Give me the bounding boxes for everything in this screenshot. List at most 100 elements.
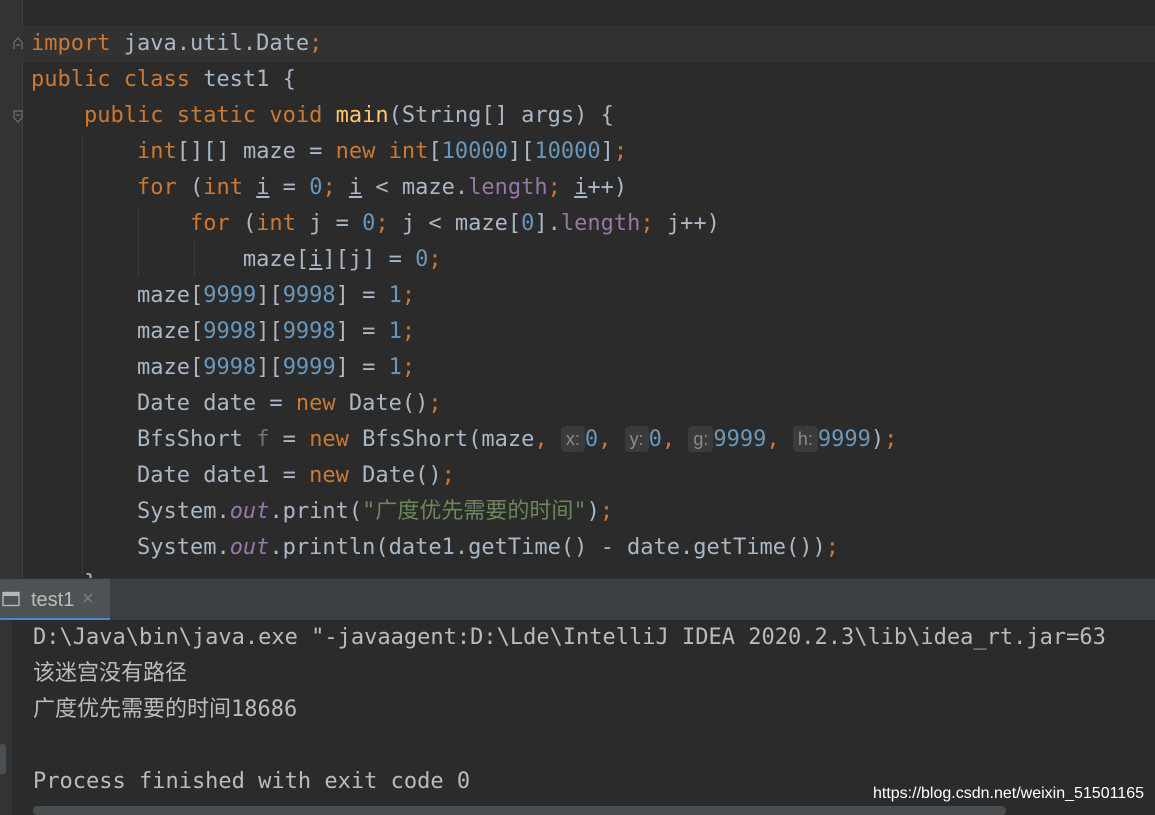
code-token: ( (242, 211, 257, 236)
code-token: ; (884, 427, 898, 452)
code-token: ; (640, 211, 667, 236)
code-token: maze[ (136, 319, 204, 344)
code-line: } (31, 566, 97, 578)
code-token: length (468, 175, 548, 200)
code-token: ( (189, 175, 204, 200)
code-token: j = (309, 211, 363, 236)
console-gutter (0, 620, 12, 815)
code-token: ][ (256, 355, 283, 380)
code-token: for (136, 175, 190, 200)
editor-gutter[interactable] (0, 0, 23, 578)
horizontal-scrollbar[interactable] (33, 806, 1006, 815)
code-token: Date() (348, 391, 429, 416)
fold-import-icon[interactable] (13, 37, 23, 50)
code-token: 0 (362, 211, 376, 236)
code-token: new (309, 463, 363, 488)
code-token: BfsShort(maze (362, 427, 535, 452)
code-token: int (203, 175, 257, 200)
code-token: 9999 (203, 283, 257, 308)
code-token: out (229, 535, 270, 560)
code-line: maze[9998][9999] = 1; (31, 350, 415, 386)
code-line: Date date1 = new Date(); (31, 458, 455, 494)
run-tab-test1[interactable]: test1 × (0, 579, 110, 621)
parameter-hint: h: (792, 426, 818, 452)
code-token: i (256, 175, 270, 200)
code-token: ; (401, 283, 416, 308)
code-token: System. (136, 535, 230, 560)
code-token: 9999 (282, 355, 336, 380)
code-token: import (31, 31, 124, 56)
code-token: new (295, 391, 349, 416)
code-token: = (269, 427, 310, 452)
code-token: Date date = (136, 391, 296, 416)
code-token: [ (428, 139, 442, 164)
fold-method-icon[interactable] (13, 110, 23, 123)
code-token: i (348, 175, 363, 200)
code-token: ]. (534, 211, 561, 236)
code-token: new (335, 139, 389, 164)
code-line: System.out.println(date1.getTime() - dat… (31, 530, 839, 566)
code-token: int (256, 211, 310, 236)
code-token: 9998 (203, 355, 257, 380)
code-token: public class (31, 67, 204, 92)
parameter-hint: x: (560, 426, 585, 452)
code-token: int (388, 139, 429, 164)
code-token: 10000 (441, 139, 508, 164)
code-token: ++) (587, 175, 628, 200)
code-token: ] = (335, 355, 389, 380)
code-line: public static void main(String[] args) { (31, 98, 614, 134)
code-token: main (335, 103, 389, 128)
code-token: "广度优先需要的时间" (362, 499, 587, 524)
code-token: ; (401, 319, 416, 344)
parameter-hint: g: (688, 426, 714, 452)
console-icon (2, 591, 20, 607)
code-token: ; (309, 31, 323, 56)
code-token: f (256, 427, 270, 452)
code-token: ] (600, 139, 614, 164)
code-line: maze[9998][9998] = 1; (31, 314, 415, 350)
code-token: ; (401, 355, 416, 380)
code-token: int (136, 139, 177, 164)
code-line: int[][] maze = new int[10000][10000]; (31, 134, 627, 170)
console-line: D:\Java\bin\java.exe "-javaagent:D:\Lde\… (33, 625, 1106, 650)
code-token: Date date1 = (136, 463, 310, 488)
code-token: out (229, 499, 270, 524)
code-line: public class test1 { (31, 62, 296, 98)
code-line: BfsShort f = new BfsShort(maze, x: 0, y: 0… (31, 422, 897, 458)
code-token: ] = (335, 283, 389, 308)
close-icon[interactable]: × (82, 588, 94, 611)
code-token: ; (613, 139, 628, 164)
code-token: 0 (309, 175, 323, 200)
code-line: System.out.print("广度优先需要的时间"); (31, 494, 613, 530)
code-token: 0 (415, 247, 429, 272)
code-token: for (189, 211, 243, 236)
code-token: ) (586, 499, 600, 524)
code-line: for (int i = 0; i < maze.length; i++) (31, 170, 627, 206)
code-token: .println(date1.getTime() - date.getTime(… (269, 535, 826, 560)
code-token: 9998 (282, 283, 336, 308)
code-token: ; (825, 535, 839, 560)
run-tab-label: test1 (31, 589, 75, 611)
watermark-text: https://blog.csdn.net/weixin_51501165 (872, 785, 1144, 802)
code-token: length (560, 211, 641, 236)
code-token: 0 (521, 211, 535, 236)
code-line: maze[9999][9998] = 1; (31, 278, 415, 314)
code-token: maze[ (242, 247, 310, 272)
code-token: ][j] = (322, 247, 416, 272)
code-token: ; (428, 247, 442, 272)
code-token: } (31, 571, 97, 578)
code-token: ; (441, 463, 455, 488)
code-editor[interactable]: import java.util.Date; public class test1… (0, 0, 1155, 578)
code-token: BfsShort (136, 427, 257, 452)
code-token: , (661, 427, 689, 452)
code-token: .print( (269, 499, 363, 524)
code-token: 9998 (203, 319, 257, 344)
parameter-hint: y: (624, 426, 649, 452)
code-token: (String[] args) { (388, 103, 614, 128)
